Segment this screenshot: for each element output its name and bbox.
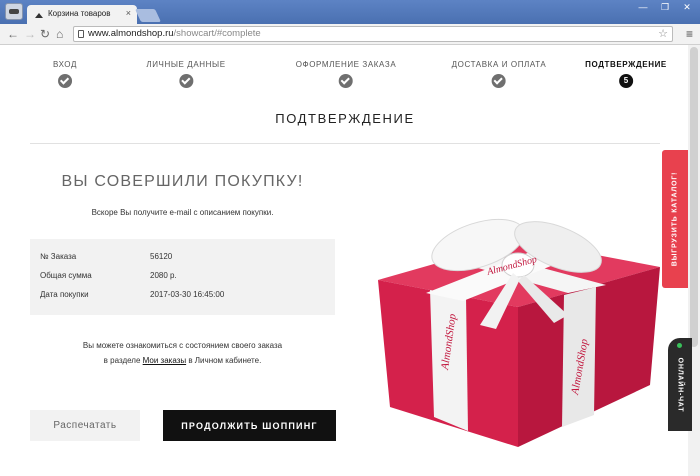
step-label: ОФОРМЛЕНИЕ ЗАКАЗА	[295, 60, 397, 69]
order-date-row: Дата покупки 2017-03-30 16:45:00	[40, 290, 224, 299]
browser-toolbar: ← → ↻ ⌂ www.almondshop.ru/showcart/#comp…	[0, 24, 700, 45]
order-date-value: 2017-03-30 16:45:00	[150, 290, 225, 299]
step-login[interactable]: ВХОД	[53, 60, 77, 88]
home-icon[interactable]: ⌂	[56, 26, 63, 42]
step-label: ПОДТВЕРЖДЕНИЕ	[585, 60, 667, 69]
close-window-button[interactable]: ✕	[677, 0, 697, 16]
online-chat-label: ОНЛАЙН-ЧАТ	[676, 357, 684, 412]
chat-status-icon	[677, 343, 682, 348]
step-label: ВХОД	[53, 60, 77, 69]
scroll-thumb[interactable]	[690, 47, 698, 347]
bookmark-star-icon[interactable]: ☆	[658, 27, 668, 41]
window-titlebar: Корзина товаров × — ❐ ✕	[0, 0, 700, 24]
order-number-row: № Заказа 56120	[40, 252, 172, 261]
step-confirmation: ПОДТВЕРЖДЕНИЕ 5	[585, 60, 667, 88]
page-info-icon[interactable]	[78, 30, 84, 38]
step-label: ЛИЧНЫЕ ДАННЫЕ	[146, 60, 226, 69]
checkout-steps: ВХОД ЛИЧНЫЕ ДАННЫЕ ОФОРМЛЕНИЕ ЗАКАЗА ДОС…	[30, 60, 670, 100]
tab-close-icon[interactable]: ×	[126, 8, 131, 18]
check-icon	[57, 74, 72, 88]
url-path: /showcart/#complete	[173, 28, 261, 39]
email-notice: Вскоре Вы получите e-mail с описанием по…	[91, 208, 274, 217]
order-total-row: Общая сумма 2080 р.	[40, 271, 177, 280]
site-favicon-icon	[35, 11, 44, 18]
step-personal-data[interactable]: ЛИЧНЫЕ ДАННЫЕ	[146, 60, 225, 88]
note-suffix: в Личном кабинете.	[186, 356, 262, 365]
order-number-value: 56120	[150, 252, 173, 261]
online-chat-tab[interactable]: ОНЛАЙН-ЧАТ	[668, 338, 692, 431]
continue-shopping-button[interactable]: ПРОДОЛЖИТЬ ШОППИНГ	[163, 410, 336, 441]
my-orders-link[interactable]: Мои заказы	[143, 356, 186, 365]
gift-box-image: AlmondShop AlmondShop AlmondShop	[378, 218, 660, 447]
order-number-label: № Заказа	[40, 252, 77, 261]
browser-tab[interactable]: Корзина товаров ×	[27, 5, 137, 24]
order-status-note: Вы можете ознакомиться с состоянием свое…	[30, 338, 335, 368]
step-label: ДОСТАВКА И ОПЛАТА	[451, 60, 547, 69]
check-icon	[179, 74, 193, 88]
order-total-value: 2080 р.	[150, 271, 177, 280]
back-icon[interactable]: ←	[7, 26, 19, 42]
browser-menu-icon[interactable]: ≡	[686, 27, 693, 41]
note-prefix: в разделе	[103, 356, 143, 365]
check-icon	[491, 74, 506, 88]
check-icon	[339, 74, 353, 88]
maximize-button[interactable]: ❐	[655, 0, 675, 16]
download-catalog-label: ВЫГРУЗИТЬ КАТАЛОГ!	[671, 171, 679, 267]
success-headline: ВЫ СОВЕРШИЛИ ПОКУПКУ!	[61, 173, 304, 190]
page-title: ПОДТВЕРЖДЕНИЕ	[275, 111, 415, 126]
order-total-label: Общая сумма	[40, 271, 92, 280]
minimize-button[interactable]: —	[633, 0, 653, 16]
browser-profile-icon[interactable]	[5, 3, 23, 20]
reload-icon[interactable]: ↻	[40, 26, 50, 42]
note-line-1: Вы можете ознакомиться с состоянием свое…	[82, 341, 283, 350]
order-summary: № Заказа 56120 Общая сумма 2080 р. Дата по…	[30, 239, 335, 315]
page-content: ВХОД ЛИЧНЫЕ ДАННЫЕ ОФОРМЛЕНИЕ ЗАКАЗА ДОС…	[0, 45, 700, 476]
download-catalog-tab[interactable]: ВЫГРУЗИТЬ КАТАЛОГ!	[662, 150, 688, 288]
new-tab-button[interactable]	[134, 9, 162, 22]
address-bar[interactable]: www.almondshop.ru/showcart/#complete ☆	[73, 26, 673, 42]
step-delivery-payment[interactable]: ДОСТАВКА И ОПЛАТА	[452, 60, 547, 88]
step-number-badge: 5	[618, 74, 633, 88]
print-button[interactable]: Распечатать	[30, 410, 140, 441]
order-date-label: Дата покупки	[40, 290, 89, 299]
forward-icon[interactable]: →	[24, 26, 36, 42]
tab-title: Корзина товаров	[48, 9, 111, 18]
note-line-2: в разделе Мои заказы в Личном кабинете.	[30, 353, 335, 368]
url-domain: www.almondshop.ru	[88, 28, 174, 39]
divider	[30, 143, 660, 144]
step-order[interactable]: ОФОРМЛЕНИЕ ЗАКАЗА	[296, 60, 397, 88]
